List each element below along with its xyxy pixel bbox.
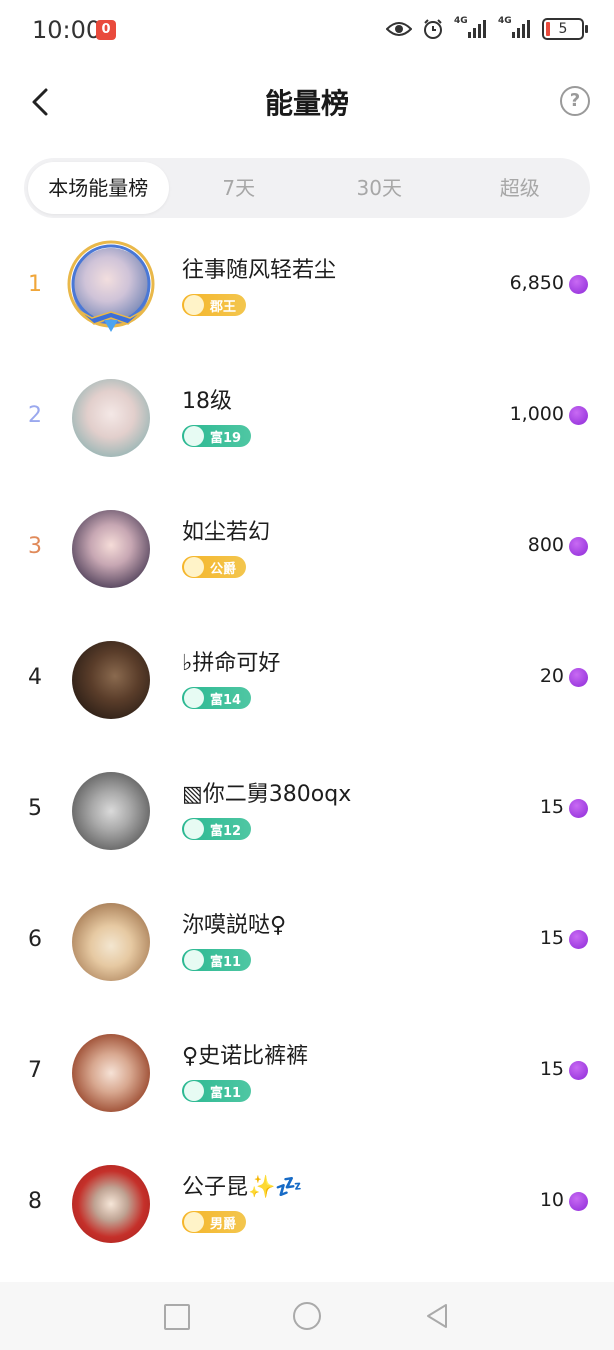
energy-value: 15 — [539, 796, 564, 818]
crown-gem-icon — [184, 295, 204, 315]
user-name: ♀史诺比裤裤 — [182, 1044, 309, 1069]
lightning-bolt-icon — [569, 406, 588, 425]
system-nav-bar — [0, 1282, 614, 1350]
badge-label: 富11 — [210, 954, 242, 970]
status-icons: 4G 4G 5 — [386, 16, 588, 40]
user-name: ▧你二舅380oqx — [182, 782, 352, 807]
energy-value: 15 — [539, 927, 564, 949]
square-icon[interactable] — [164, 1304, 190, 1330]
tab-super[interactable]: 超级 — [450, 162, 591, 214]
clock: 10:00 — [32, 16, 102, 44]
rank-number: 7 — [28, 1058, 42, 1083]
lightning-bolt-icon — [569, 930, 588, 949]
level-badge: 男爵 — [182, 1211, 247, 1233]
triangle-gem-icon — [184, 950, 204, 970]
ranking-row[interactable]: 7 ♀史诺比裤裤 富11 15 — [0, 1008, 614, 1139]
badge-label: 富14 — [210, 692, 242, 708]
badge-label: 富11 — [210, 1085, 242, 1101]
energy-value: 1,000 — [509, 403, 564, 425]
tab-7-days[interactable]: 7天 — [169, 162, 310, 214]
ranking-row[interactable]: 1 往事随风轻若尘 郡王 6,850 — [0, 222, 614, 353]
level-badge: 富11 — [182, 949, 252, 971]
battery-icon: 5 — [542, 18, 588, 40]
rank-number: 5 — [28, 796, 42, 821]
user-name: 沵嗼説哒♀ — [182, 913, 287, 938]
user-name: 如尘若幻 — [182, 520, 271, 545]
rank-number: 1 — [28, 272, 42, 297]
lightning-bolt-icon — [569, 537, 588, 556]
user-name: ♭拼命可好 — [182, 651, 281, 676]
circle-icon[interactable] — [293, 1302, 321, 1330]
eye-icon — [386, 22, 412, 36]
user-name: 往事随风轻若尘 — [182, 258, 337, 283]
energy-value: 6,850 — [509, 272, 564, 294]
rank-number: 4 — [28, 665, 42, 690]
signal-4g-icon: 4G — [498, 16, 532, 40]
notification-badge: 0 — [96, 20, 116, 40]
crown-gem-icon — [184, 1212, 204, 1232]
signal-4g-icon: 4G — [454, 16, 488, 40]
avatar-frame-icon — [67, 240, 155, 332]
badge-label: 富19 — [210, 430, 242, 446]
avatar[interactable] — [72, 379, 150, 457]
avatar[interactable] — [72, 1034, 150, 1112]
lightning-bolt-icon — [569, 1192, 588, 1211]
level-badge: 郡王 — [182, 294, 247, 316]
level-badge: 富11 — [182, 1080, 252, 1102]
badge-label: 男爵 — [210, 1216, 237, 1232]
avatar[interactable] — [72, 772, 150, 850]
question-circle-icon[interactable]: ? — [560, 86, 590, 116]
rank-number: 3 — [28, 534, 42, 559]
badge-label: 郡王 — [210, 299, 237, 315]
avatar[interactable] — [72, 903, 150, 981]
energy-value: 20 — [539, 665, 564, 687]
triangle-gem-icon — [184, 819, 204, 839]
triangle-gem-icon — [184, 1081, 204, 1101]
level-badge: 富19 — [182, 425, 252, 447]
level-badge: 富12 — [182, 818, 252, 840]
tab-current-session[interactable]: 本场能量榜 — [28, 162, 169, 214]
ranking-row[interactable]: 5 ▧你二舅380oqx 富12 15 — [0, 746, 614, 877]
period-tabs: 本场能量榜 7天 30天 超级 — [24, 158, 590, 218]
lightning-bolt-icon — [569, 799, 588, 818]
avatar[interactable] — [72, 641, 150, 719]
page-header: 能量榜 ? — [0, 62, 614, 142]
lightning-bolt-icon — [569, 1061, 588, 1080]
ranking-row[interactable]: 6 沵嗼説哒♀ 富11 15 — [0, 877, 614, 1008]
energy-value: 15 — [539, 1058, 564, 1080]
level-badge: 富14 — [182, 687, 252, 709]
page-title: 能量榜 — [264, 87, 349, 120]
rank-number: 8 — [28, 1189, 42, 1214]
ranking-row[interactable]: 8 公子昆✨💤 男爵 10 — [0, 1139, 614, 1270]
avatar[interactable] — [72, 1165, 150, 1243]
avatar[interactable] — [72, 510, 150, 588]
ranking-list: 1 往事随风轻若尘 郡王 6,850 2 18级 富19 1,000 3 如尘若… — [0, 222, 614, 1270]
alarm-icon — [424, 19, 442, 39]
user-name: 公子昆✨💤 — [182, 1175, 303, 1200]
user-name: 18级 — [182, 389, 232, 414]
badge-label: 富12 — [210, 823, 242, 839]
crown-gem-icon — [184, 557, 204, 577]
rank-number: 2 — [28, 403, 42, 428]
status-bar: 10:00 0 4G 4G 5 — [0, 0, 614, 62]
ranking-row[interactable]: 4 ♭拼命可好 富14 20 — [0, 615, 614, 746]
energy-value: 10 — [539, 1189, 564, 1211]
triangle-gem-icon — [184, 426, 204, 446]
badge-label: 公爵 — [210, 561, 237, 577]
ranking-row[interactable]: 3 如尘若幻 公爵 800 — [0, 484, 614, 615]
lightning-bolt-icon — [569, 668, 588, 687]
ranking-row[interactable]: 2 18级 富19 1,000 — [0, 353, 614, 484]
energy-value: 800 — [527, 534, 564, 556]
level-badge: 公爵 — [182, 556, 247, 578]
tab-30-days[interactable]: 30天 — [309, 162, 450, 214]
triangle-back-icon[interactable] — [424, 1302, 452, 1330]
rank-number: 6 — [28, 927, 42, 952]
triangle-gem-icon — [184, 688, 204, 708]
lightning-bolt-icon — [569, 275, 588, 294]
